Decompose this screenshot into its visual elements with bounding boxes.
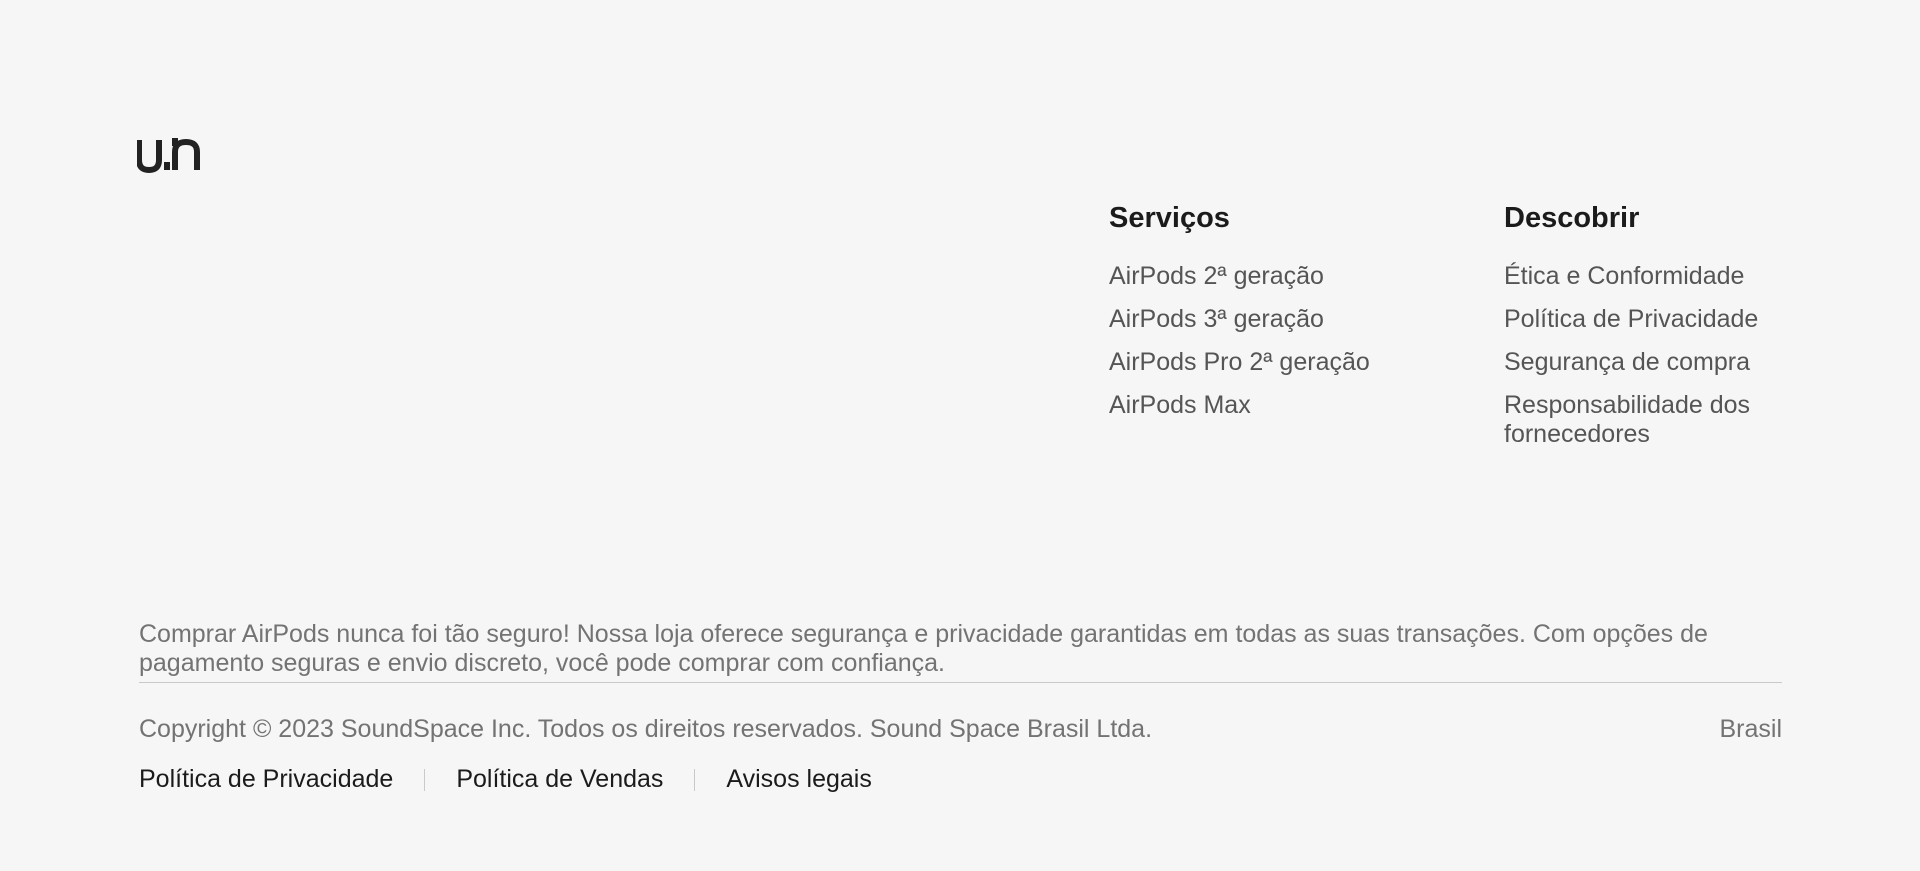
services-link-airpods-pro-2[interactable]: AirPods Pro 2ª geração [1109, 348, 1429, 377]
brand-logo[interactable] [136, 136, 205, 174]
services-list: AirPods 2ª geração AirPods 3ª geração Ai… [1109, 262, 1429, 420]
site-footer: Serviços AirPods 2ª geração AirPods 3ª g… [0, 0, 1920, 871]
legal-link-sales[interactable]: Política de Vendas [456, 765, 663, 794]
legal-links: Política de Privacidade Política de Vend… [139, 765, 872, 794]
discover-link-purchase-security[interactable]: Segurança de compra [1504, 348, 1794, 377]
un-logo-icon [136, 138, 200, 174]
discover-heading: Descobrir [1504, 202, 1640, 234]
discover-list: Ética e Conformidade Política de Privaci… [1504, 262, 1794, 449]
legal-link-privacy[interactable]: Política de Privacidade [139, 765, 393, 794]
services-column: Serviços AirPods 2ª geração AirPods 3ª g… [1109, 200, 1429, 434]
services-link-airpods-max[interactable]: AirPods Max [1109, 391, 1429, 420]
legal-separator [694, 768, 696, 791]
footer-divider [139, 682, 1782, 683]
footer-description: Comprar AirPods nunca foi tão seguro! No… [139, 620, 1708, 677]
services-link-airpods-3[interactable]: AirPods 3ª geração [1109, 305, 1429, 334]
services-heading: Serviços [1109, 202, 1230, 234]
discover-link-privacy[interactable]: Política de Privacidade [1504, 305, 1794, 334]
legal-link-notices[interactable]: Avisos legais [726, 765, 871, 794]
discover-link-ethics[interactable]: Ética e Conformidade [1504, 262, 1794, 291]
legal-separator [424, 768, 426, 791]
discover-link-supplier-responsibility[interactable]: Responsabilidade dos fornecedores [1504, 391, 1794, 449]
copyright-text: Copyright © 2023 SoundSpace Inc. Todos o… [139, 715, 1153, 743]
services-link-airpods-2[interactable]: AirPods 2ª geração [1109, 262, 1429, 291]
region-selector[interactable]: Brasil [1719, 715, 1782, 744]
discover-column: Descobrir Ética e Conformidade Política … [1504, 200, 1794, 463]
